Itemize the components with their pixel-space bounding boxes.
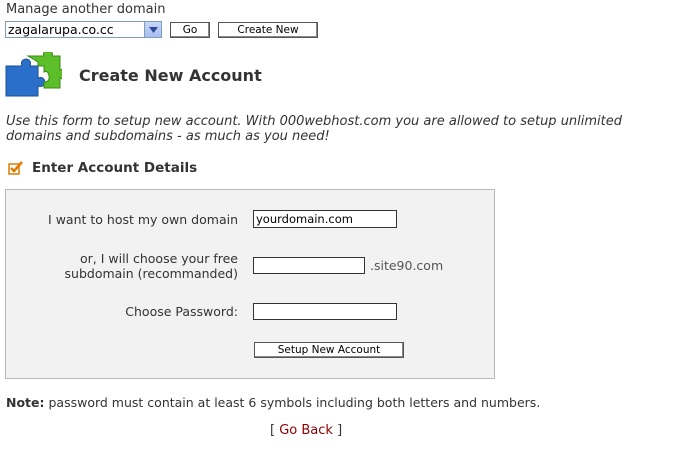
create-new-button[interactable]: Create New: [218, 22, 318, 38]
puzzle-icon: [4, 50, 67, 100]
subdomain-label-line1: or, I will choose your free: [79, 251, 238, 266]
bracket-open: [: [270, 423, 276, 438]
domain-select-value: zagalarupa.co.cc: [8, 22, 114, 37]
password-label: Choose Password:: [125, 304, 238, 319]
subdomain-label: or, I will choose your free subdomain (r…: [30, 251, 238, 281]
domain-select[interactable]: zagalarupa.co.cc: [5, 21, 162, 38]
chevron-down-icon[interactable]: [144, 22, 161, 37]
subdomain-label-line2: subdomain (recommanded): [64, 266, 238, 281]
own-domain-label: I want to host my own domain: [48, 212, 238, 227]
go-back-container: [ Go Back ]: [270, 423, 342, 438]
password-note: Note: password must contain at least 6 s…: [6, 395, 540, 410]
intro-text: Use this form to setup new account. With…: [6, 114, 623, 144]
password-input[interactable]: [253, 303, 397, 320]
go-back-link[interactable]: Go Back: [279, 423, 333, 438]
setup-account-button[interactable]: Setup New Account: [254, 342, 404, 358]
subdomain-suffix: .site90.com: [370, 258, 444, 273]
bracket-close: ]: [337, 423, 343, 438]
subdomain-input[interactable]: [253, 257, 365, 274]
manage-domain-label: Manage another domain: [6, 2, 166, 17]
go-button[interactable]: Go: [170, 22, 210, 38]
own-domain-input[interactable]: yourdomain.com: [253, 210, 397, 228]
note-text: password must contain at least 6 symbols…: [44, 395, 541, 410]
check-icon: [8, 161, 24, 175]
note-prefix: Note:: [6, 395, 45, 410]
page-title: Create New Account: [79, 66, 262, 85]
section-title: Enter Account Details: [32, 160, 198, 176]
